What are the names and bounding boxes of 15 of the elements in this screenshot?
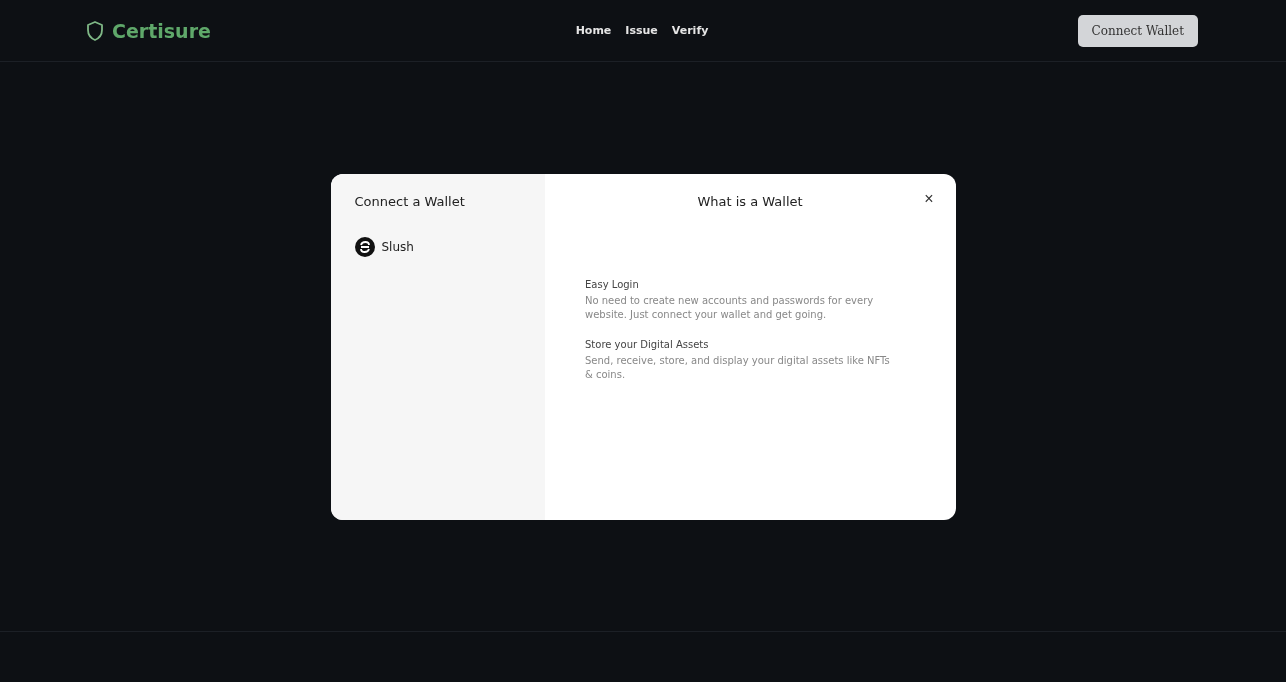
- sidebar-title: Connect a Wallet: [354, 193, 466, 209]
- connect-wallet-button[interactable]: Connect Wallet: [1077, 14, 1198, 47]
- wallet-option[interactable]: Slush: [354, 236, 414, 257]
- panel-title: What is a Wallet: [697, 193, 803, 209]
- wallet-logo-icon: [354, 236, 375, 257]
- nav-link[interactable]: Verify: [671, 24, 709, 37]
- feature-description: Send, receive, store, and display your digital assets like NFTs & coins.: [585, 353, 891, 382]
- feature-description: No need to create new accounts and passwords for every website. Just connect your wallet and get going.: [585, 293, 875, 322]
- shield-icon: [86, 20, 104, 41]
- nav-link[interactable]: Issue: [625, 24, 658, 37]
- nav-link[interactable]: Home: [575, 24, 612, 37]
- feature-title: Easy Login: [585, 278, 640, 290]
- close-button[interactable]: ×: [920, 187, 938, 210]
- feature-title: Store your Digital Assets: [585, 338, 710, 350]
- brand-name: Certisure: [112, 19, 211, 42]
